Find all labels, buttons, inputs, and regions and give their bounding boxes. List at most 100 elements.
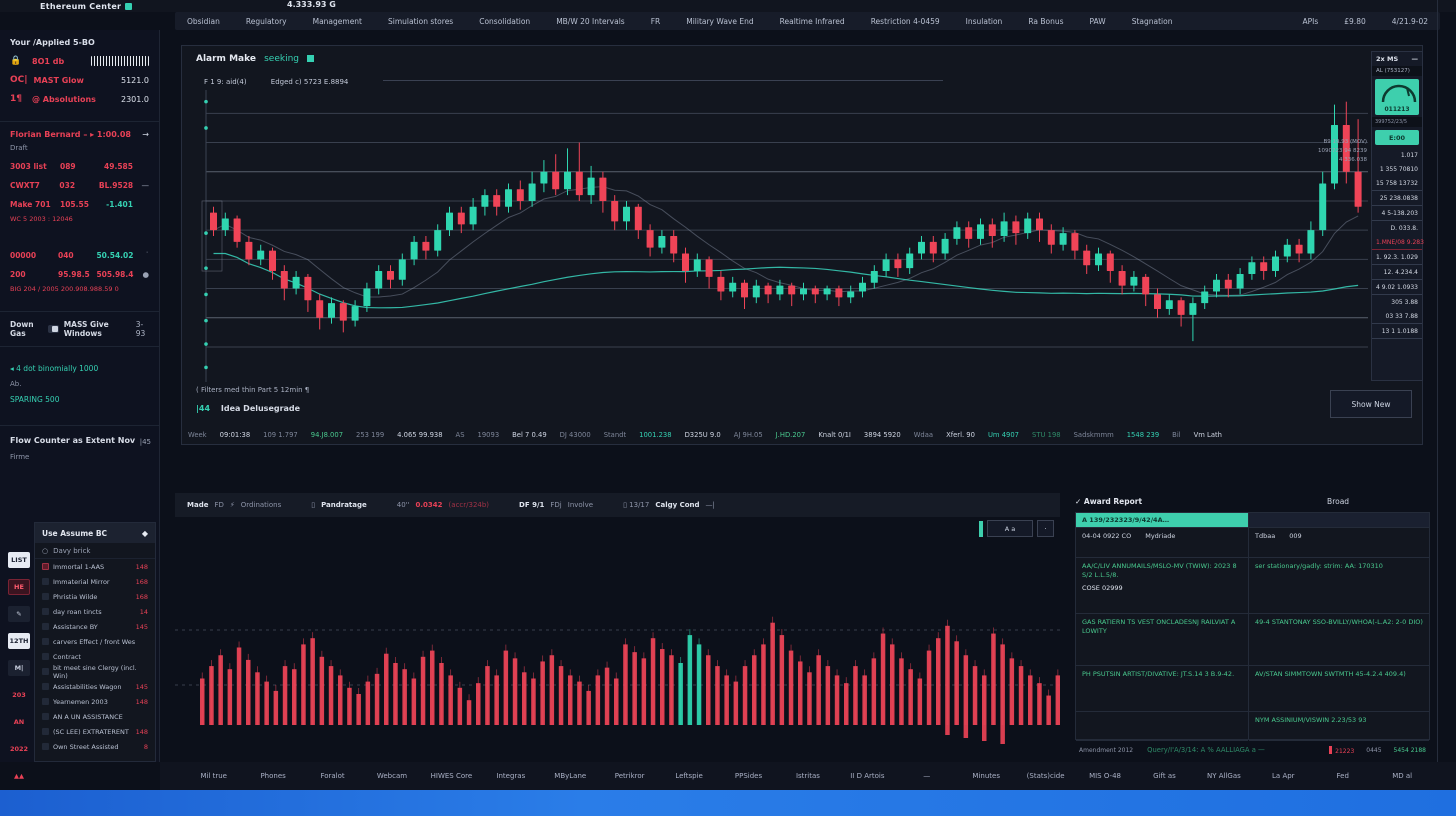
- price-level[interactable]: 305 3.88: [1372, 295, 1422, 309]
- price-level[interactable]: 15 758 13732: [1372, 176, 1422, 191]
- footer-item[interactable]: MD al: [1372, 772, 1431, 780]
- nav-item-apis[interactable]: APIs: [1302, 17, 1318, 26]
- nav-item-simulation-stores[interactable]: Simulation stores: [388, 17, 453, 26]
- quick-link-2[interactable]: SPARING 500: [10, 395, 149, 404]
- quick-link-1[interactable]: ◂ 4 dot binomially 1000: [10, 364, 149, 373]
- expand-arrow-icon[interactable]: →: [142, 130, 149, 139]
- position-row[interactable]: 20095.98.5505.98.4●: [10, 270, 149, 279]
- watchlist-header[interactable]: Use Assume BC ◆: [35, 523, 155, 543]
- nav-item-regulatory[interactable]: Regulatory: [246, 17, 287, 26]
- nav-item-paw[interactable]: PAW: [1090, 17, 1106, 26]
- orders-cell-right[interactable]: Tdbaa009: [1249, 528, 1429, 558]
- nav-item-restriction-4-0459[interactable]: Restriction 4-0459: [871, 17, 940, 26]
- nav-item-mb-w-20-intervals[interactable]: MB/W 20 Intervals: [556, 17, 625, 26]
- subchart-segment-3[interactable]: DF 9/1FDjInvolve: [519, 501, 593, 509]
- price-level[interactable]: 03 33 7.88: [1372, 309, 1422, 324]
- footer-item[interactable]: NY AllGas: [1194, 772, 1253, 780]
- show-new-button[interactable]: Show New: [1330, 390, 1412, 418]
- 203-badge[interactable]: 203: [8, 687, 30, 703]
- orders-cell-left[interactable]: A 139/232323/9/42/4A…: [1076, 513, 1248, 528]
- watchlist-item[interactable]: Assistabilities Wagon145: [35, 679, 155, 694]
- orders-cell-right[interactable]: 49-4 STANTONAY SSO-BVILLY/WHOA(-L.A2: 2-…: [1249, 614, 1429, 666]
- watchlist-item[interactable]: Immaterial Mirror168: [35, 574, 155, 589]
- subchart-segment-1[interactable]: ▯Pandratage: [311, 501, 367, 509]
- subchart-segment-2[interactable]: 40''0.0342(accr/324b): [397, 501, 489, 509]
- footer-item[interactable]: Petrikror: [600, 772, 659, 780]
- nav-item-obsidian[interactable]: Obsidian: [187, 17, 220, 26]
- watchlist-item[interactable]: Yearnemen 2003148: [35, 694, 155, 709]
- footer-item[interactable]: Fed: [1313, 772, 1372, 780]
- price-level[interactable]: 4 9.02 1.0933: [1372, 280, 1422, 295]
- price-level[interactable]: 25 238.0838: [1372, 191, 1422, 206]
- nav-item-management[interactable]: Management: [313, 17, 362, 26]
- orders-tab-award-report[interactable]: ✓ Award Report: [1075, 497, 1142, 506]
- position-row[interactable]: Make 701105.55-1.401: [10, 200, 149, 209]
- position-row[interactable]: CWXT7032BL.9528—: [10, 181, 149, 190]
- position-row[interactable]: 3003 list08949.585: [10, 162, 149, 171]
- bookmark-icon[interactable]: ◆: [142, 529, 148, 538]
- price-level[interactable]: 1. 92.3. 1.029: [1372, 250, 1422, 265]
- account-row[interactable]: 1¶@ Absolutions2301.0: [10, 94, 149, 104]
- orders-cell-left[interactable]: [1076, 712, 1248, 741]
- an-badge[interactable]: AN: [8, 714, 30, 730]
- watchlist-item[interactable]: bit meet sine Clergy (incl. Win): [35, 664, 155, 679]
- watchlist-item[interactable]: day roan tincts14: [35, 604, 155, 619]
- subchart-segment-4[interactable]: ▯ 13/17Calgy Cond—|: [623, 501, 715, 509]
- footer-item[interactable]: Phones: [243, 772, 302, 780]
- nav-item-ra-bonus[interactable]: Ra Bonus: [1028, 17, 1063, 26]
- price-level[interactable]: 4 5-138.203: [1372, 206, 1422, 221]
- nav-item-realtime-infrared[interactable]: Realtime Infrared: [780, 17, 845, 26]
- account-row[interactable]: 🔒8O1 db: [10, 56, 149, 66]
- watchlist-search[interactable]: ○ Davy brick: [35, 543, 155, 559]
- buy-button[interactable]: E:00: [1375, 130, 1419, 145]
- chart-toolbar[interactable]: |44 Idea Delusegrade: [196, 404, 300, 413]
- footer-item[interactable]: II D Artois: [838, 772, 897, 780]
- pen-icon[interactable]: ✎: [8, 606, 30, 622]
- nav-item-4-21-9-02[interactable]: 4/21.9-02: [1392, 17, 1428, 26]
- watchlist-item[interactable]: AN A UN ASSISTANCE: [35, 709, 155, 724]
- orders-cell-right[interactable]: [1249, 513, 1429, 528]
- footer-item[interactable]: (Stats)cide: [1016, 772, 1075, 780]
- footer-item[interactable]: Foralot: [303, 772, 362, 780]
- peaks-icon[interactable]: ▲▲: [8, 768, 30, 784]
- candlestick-chart[interactable]: [200, 90, 1368, 382]
- footer-item[interactable]: La Apr: [1254, 772, 1313, 780]
- position-row[interactable]: 0000004050.54.02˙: [10, 251, 149, 260]
- price-level[interactable]: 1.017: [1372, 148, 1422, 162]
- nav-item-military-wave-end[interactable]: Military Wave End: [686, 17, 753, 26]
- footer-item[interactable]: MByLane: [541, 772, 600, 780]
- orders-tab-broad[interactable]: Broad: [1327, 497, 1349, 506]
- footer-item[interactable]: —: [897, 772, 956, 780]
- mail-icon[interactable]: M|: [8, 660, 30, 676]
- footer-item[interactable]: Integras: [481, 772, 540, 780]
- orders-cell-right[interactable]: AV/STAN SIMMTOWN SWTMTH 45-4.2.4 409.4): [1249, 666, 1429, 712]
- price-level[interactable]: 1 355 70810: [1372, 162, 1422, 176]
- price-level[interactable]: D. 033.8.: [1372, 221, 1422, 235]
- footer-item[interactable]: MIS O-48: [1075, 772, 1134, 780]
- watchlist-item[interactable]: Assistance BY145: [35, 619, 155, 634]
- watchlist-item[interactable]: Phristia Wilde168: [35, 589, 155, 604]
- watchlist-item[interactable]: Immortal 1-AAS148: [35, 559, 155, 574]
- footer-item[interactable]: HIWES Core: [422, 772, 481, 780]
- 12th-badge[interactable]: 12TH: [8, 633, 30, 649]
- watchlist-item[interactable]: carvers Effect / front Wes: [35, 634, 155, 649]
- footer-item[interactable]: Gift as: [1135, 772, 1194, 780]
- list-icon[interactable]: LIST: [8, 552, 30, 568]
- footer-item[interactable]: Minutes: [956, 772, 1015, 780]
- 2022-badge[interactable]: 2022: [8, 741, 30, 757]
- nav-item--9-80[interactable]: £9.80: [1344, 17, 1365, 26]
- orders-cell-left[interactable]: AA/C/LIV ANNUMAILS/MSLO-MV (TWIW): 2023 …: [1076, 558, 1248, 614]
- orders-cell-right[interactable]: NYM ASSINIUM/VISWIN 2.23/53 93: [1249, 712, 1429, 741]
- watchlist-item[interactable]: (SC LEE) EXTRATERENT148: [35, 724, 155, 739]
- subchart-segment-0[interactable]: MadeFD⚡Ordinations: [187, 501, 281, 509]
- watchlist-item[interactable]: Own Street Assisted8: [35, 739, 155, 754]
- account-row[interactable]: OC|MAST Glow5121.0: [10, 75, 149, 85]
- orders-cell-left[interactable]: 04-04 0922 COMydriade: [1076, 528, 1248, 558]
- footer-item[interactable]: PPSides: [719, 772, 778, 780]
- toggle-icon[interactable]: [48, 325, 59, 333]
- nav-item-consolidation[interactable]: Consolidation: [479, 17, 530, 26]
- volume-chart[interactable]: [175, 520, 1060, 760]
- footer-item[interactable]: Istritas: [778, 772, 837, 780]
- orders-cell-left[interactable]: PH PSUTSIN ARTIST/DIVATIVE: JT.S.14 3 B.…: [1076, 666, 1248, 712]
- price-level[interactable]: 13 1 1.0188: [1372, 324, 1422, 339]
